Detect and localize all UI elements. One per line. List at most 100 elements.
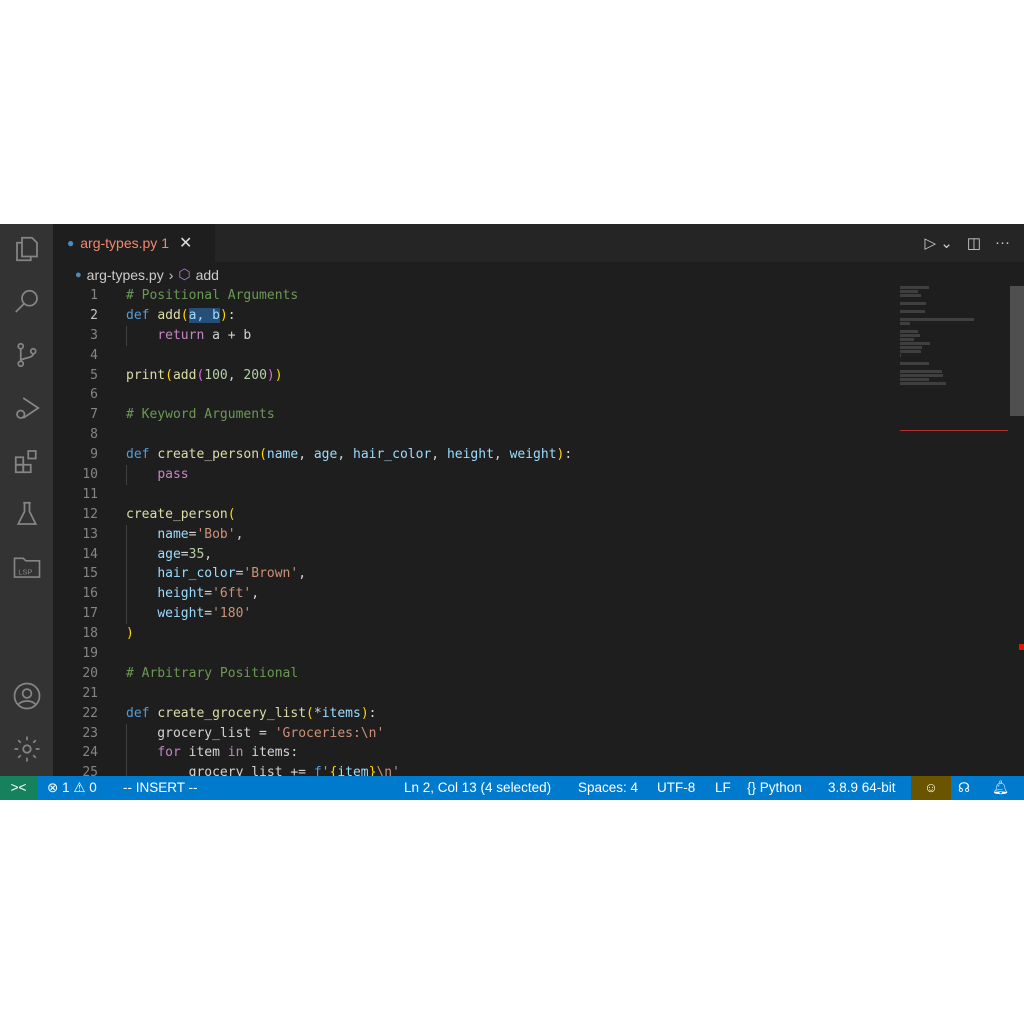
language-mode[interactable]: {} Python — [747, 776, 802, 800]
code-token: weight — [509, 447, 557, 463]
line-number: 24 — [82, 745, 98, 761]
code-token: # Arbitrary Positional — [126, 665, 299, 681]
code-token: def — [126, 705, 158, 721]
indentation[interactable]: Spaces: 4 — [578, 776, 638, 800]
code-token: , — [251, 586, 260, 602]
minimap[interactable] — [900, 286, 1008, 436]
breadcrumb-file[interactable]: arg-types.py — [87, 267, 164, 283]
explorer-icon[interactable] — [12, 234, 42, 264]
code-line[interactable]: 13 name='Bob', — [53, 524, 903, 545]
remote-indicator-icon[interactable]: >< — [0, 776, 37, 800]
minimap-line — [900, 342, 930, 345]
feedback-icon[interactable]: ☊ — [958, 776, 970, 800]
python-interpreter[interactable]: 3.8.9 64-bit — [828, 776, 896, 800]
settings-gear-icon[interactable] — [12, 734, 42, 764]
code-token: , — [227, 367, 244, 383]
code-line[interactable]: 23 grocery_list = 'Groceries:\n' — [53, 723, 903, 744]
breadcrumb-symbol[interactable]: add — [196, 267, 219, 283]
minimap-line — [900, 346, 923, 349]
run-file-icon[interactable]: ▷ ⌄ — [925, 234, 953, 252]
search-icon[interactable] — [12, 287, 42, 317]
error-icon: ⊗ — [47, 780, 59, 795]
code-token: age — [313, 447, 338, 463]
line-number: 21 — [82, 685, 98, 701]
code-token: , — [204, 546, 213, 562]
code-line[interactable]: 22 def create_grocery_list(*items): — [53, 704, 903, 724]
code-line[interactable]: 19 — [53, 644, 903, 664]
code-line[interactable]: 2 def add(a, b): — [53, 306, 903, 326]
code-line[interactable]: 14 age=35, — [53, 544, 903, 565]
minimap-line — [900, 330, 919, 333]
encoding[interactable]: UTF-8 — [657, 776, 695, 800]
code-line[interactable]: 21 — [53, 684, 903, 704]
code-token: add — [172, 367, 197, 383]
code-token: ) — [219, 307, 228, 323]
code-line[interactable]: 10 pass — [53, 465, 903, 485]
code-line[interactable]: 20 # Arbitrary Positional — [53, 664, 903, 684]
tab-arg-types[interactable]: ● arg-types.py 1 ✕ — [53, 224, 215, 262]
code-token: , — [235, 526, 244, 542]
cursor-position[interactable]: Ln 2, Col 13 (4 selected) — [404, 776, 551, 800]
code-editor[interactable]: 1 # Positional Arguments 2 def add(a, b): 3 … — [53, 286, 903, 784]
line-number: 4 — [90, 347, 98, 363]
extensions-icon[interactable] — [12, 446, 42, 476]
line-number: 11 — [82, 486, 98, 502]
notifications-bell-icon[interactable]: 🔔︎ — [992, 776, 1009, 800]
line-text: # Positional Arguments — [126, 286, 298, 306]
minimap-line — [900, 310, 925, 313]
code-line[interactable]: 18) — [53, 624, 903, 644]
code-line[interactable]: 16 height='6ft', — [53, 584, 903, 605]
line-text: create_person( — [126, 505, 236, 525]
source-control-icon[interactable] — [12, 340, 42, 370]
line-number: 18 — [82, 626, 98, 642]
close-tab-icon[interactable]: ✕ — [179, 233, 192, 253]
code-line[interactable]: 12 create_person( — [53, 505, 903, 525]
code-token: create_person — [126, 506, 228, 522]
line-number: 17 — [82, 606, 98, 622]
line-number: 16 — [82, 586, 98, 602]
code-line[interactable]: 1 # Positional Arguments — [53, 286, 903, 306]
code-token: ( — [180, 307, 189, 323]
testing-icon[interactable] — [12, 499, 42, 529]
code-line[interactable]: 15 hair_color='Brown', — [53, 564, 903, 585]
code-token: ( — [165, 367, 173, 383]
code-token: return — [157, 327, 205, 343]
account-icon[interactable] — [12, 681, 42, 711]
copilot-icon[interactable]: ☺ — [911, 776, 951, 800]
code-token: # Keyword Arguments — [126, 407, 275, 423]
code-token: : — [368, 705, 377, 721]
line-text: pass — [126, 465, 188, 485]
minimap-line — [900, 378, 929, 381]
end-of-line[interactable]: LF — [715, 776, 731, 800]
code-token: 35 — [188, 546, 205, 562]
breadcrumb: ● arg-types.py › ⬡ add — [75, 266, 219, 283]
code-token: , — [337, 447, 353, 463]
code-line[interactable]: 3 return a + b — [53, 325, 903, 346]
code-line[interactable]: 9 def create_person(name, age, hair_color… — [53, 445, 903, 465]
code-line[interactable]: 17 weight='180' — [53, 604, 903, 625]
code-token: ) — [360, 705, 369, 721]
code-line[interactable]: 11 — [53, 485, 903, 505]
line-number: 22 — [82, 705, 98, 721]
run-debug-icon[interactable] — [12, 393, 42, 423]
split-editor-icon[interactable]: ◫ — [967, 234, 981, 252]
more-actions-icon[interactable]: ··· — [995, 234, 1010, 252]
code-line[interactable]: 4 — [53, 346, 903, 366]
code-token: hair_color — [353, 447, 432, 463]
scrollbar-error-marker — [1019, 644, 1024, 650]
code-line[interactable]: 8 — [53, 425, 903, 445]
code-token: a + b — [204, 327, 252, 343]
code-token: for — [157, 745, 181, 761]
lsp-folder-icon[interactable]: LSP — [12, 552, 42, 582]
code-line[interactable]: 6 — [53, 385, 903, 405]
code-line[interactable]: 24 for item in items: — [53, 743, 903, 764]
problems-indicator[interactable]: ⊗ 1 ⚠ 0 — [47, 776, 97, 800]
code-line[interactable]: 5 print(add(100, 200)) — [53, 366, 903, 386]
code-line[interactable]: 7 # Keyword Arguments — [53, 405, 903, 425]
vertical-scrollbar[interactable] — [1010, 286, 1024, 416]
